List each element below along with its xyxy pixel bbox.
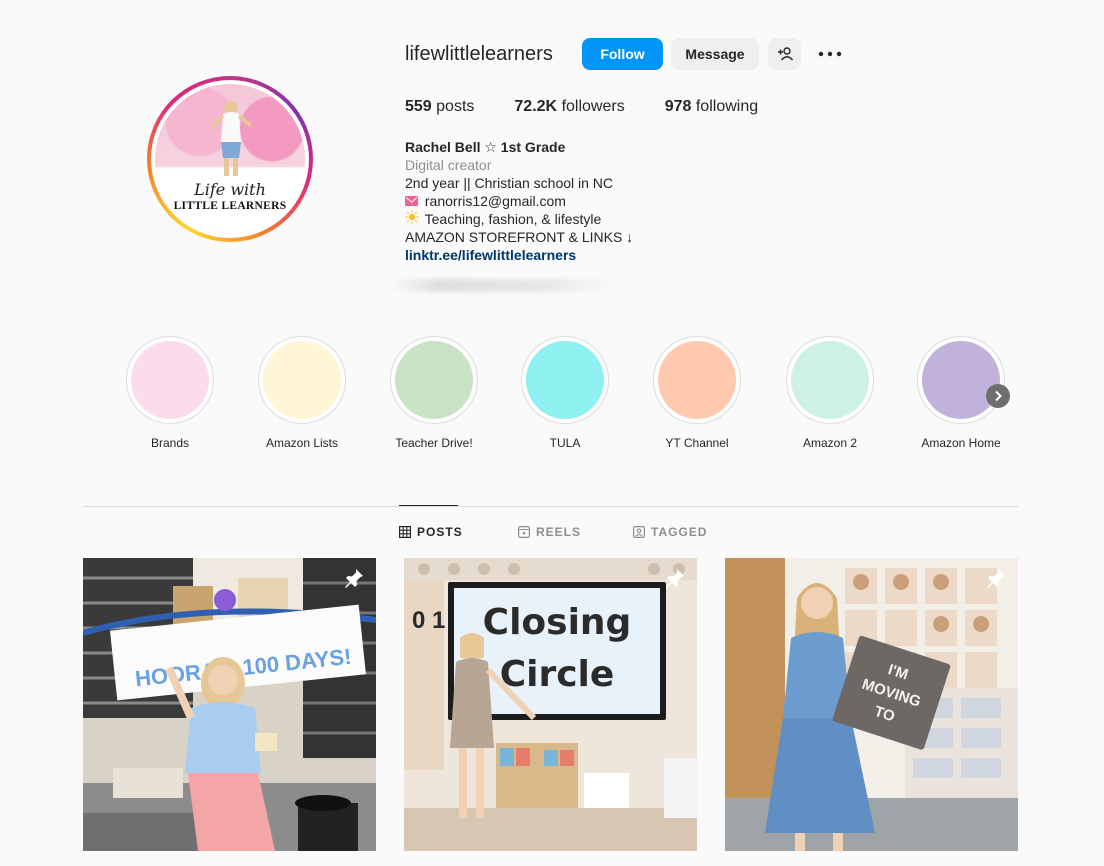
chevron-right-icon [995,390,1002,402]
highlight-cover [395,341,473,419]
tabs-divider [83,506,1018,507]
highlight-label: Teacher Drive! [395,436,473,450]
highlight-label: Brands [150,436,190,450]
highlight-label: Amazon Home [921,436,1001,450]
highlight-cover [131,341,209,419]
envelope-heart-icon [405,192,421,210]
profile-avatar[interactable]: Life with LITTLE LEARNERS [147,76,313,242]
suggested-accounts-button[interactable] [768,38,801,70]
pinned-icon [345,569,363,588]
active-tab-indicator [399,505,458,506]
tab-tagged-label: TAGGED [651,525,708,539]
tab-posts[interactable]: POSTS [399,525,463,539]
avatar-border: Life with LITTLE LEARNERS [151,80,309,238]
avatar-image: Life with LITTLE LEARNERS [155,84,305,234]
highlight-teacher-drive[interactable]: Teacher Drive! [379,336,489,450]
post-image-moving: I'M MOVING TO [725,558,1018,851]
highlight-amazon-lists[interactable]: Amazon Lists [247,336,357,450]
highlight-ring [917,336,1005,424]
highlight-ring [258,336,346,424]
highlight-ring [126,336,214,424]
highlight-cover [791,341,869,419]
post-image-100-days: HOORAY! 100 DAYS! [83,558,376,851]
highlight-yt-channel[interactable]: YT Channel [642,336,752,450]
screen-text-line2: Circle [500,654,615,695]
profile-bio: Rachel Bell ☆ 1st Grade Digital creator … [405,138,765,264]
tab-posts-label: POSTS [417,525,463,539]
highlight-tula[interactable]: TULA [510,336,620,450]
following-stat-label: following [695,98,759,115]
following-stat[interactable]: 978 following [665,98,758,116]
highlight-cover [526,341,604,419]
screen-text-line1: Closing [483,602,632,643]
highlight-label: TULA [549,436,581,450]
highlight-amazon-2[interactable]: Amazon 2 [775,336,885,450]
profile-stats: 559 posts 72.2K followers 978 following [405,98,798,116]
more-options-button[interactable] [817,42,843,66]
highlight-label: Amazon 2 [802,436,858,450]
bio-external-link[interactable]: linktr.ee/lifewlittlelearners [405,246,765,264]
post-image-closing-circle: 0 1 2 3 Closing Circle [404,558,697,851]
grid-icon [399,526,411,538]
highlight-cover [263,341,341,419]
highlight-ring [390,336,478,424]
posts-stat: 559 posts [405,98,474,116]
post-thumbnail[interactable]: HOORAY! 100 DAYS! [83,558,376,851]
profile-username: lifewlittlelearners [405,43,553,65]
highlight-label: YT Channel [665,436,729,450]
post-thumbnail[interactable]: I'M MOVING TO [725,558,1018,851]
post-thumbnail[interactable]: 0 1 2 3 Closing Circle [404,558,697,851]
tab-tagged[interactable]: TAGGED [633,525,707,539]
highlight-cover [922,341,1000,419]
avatar-caps-text: LITTLE LEARNERS [173,200,287,212]
pinned-icon [987,569,1005,588]
followers-stat[interactable]: 72.2K followers [514,98,624,116]
more-dots-icon [818,51,842,57]
highlights-next-button[interactable] [986,384,1010,408]
reels-icon [518,526,530,538]
highlight-ring [653,336,741,424]
bio-email: ranorris12@gmail.com [424,193,566,209]
bio-line-school: 2nd year || Christian school in NC [405,175,614,191]
tab-reels[interactable]: REELS [518,525,581,539]
profile-display-name: Rachel Bell ☆ 1st Grade [405,139,566,155]
message-button[interactable]: Message [671,38,759,70]
followers-stat-label: followers [561,98,625,115]
avatar-script-text: Life with [194,180,266,199]
tagged-person-icon [633,526,645,538]
highlight-label: Amazon Lists [265,436,339,450]
sun-icon [405,210,421,228]
posts-stat-label: posts [436,98,475,115]
highlight-ring [786,336,874,424]
profile-category: Digital creator [405,157,492,173]
highlight-ring [521,336,609,424]
followed-by-blurred [392,279,612,292]
following-count: 978 [664,98,692,115]
pinned-icon [666,569,684,588]
posts-count: 559 [405,98,432,115]
avatar-person-figure [211,101,251,176]
bio-interests-text: Teaching, fashion, & lifestyle [424,211,602,227]
highlight-brands[interactable]: Brands [115,336,225,450]
bio-email-line: ranorris12@gmail.com [405,192,765,210]
tab-reels-label: REELS [536,525,582,539]
follow-button[interactable]: Follow [582,38,663,70]
add-person-icon [777,47,793,61]
followers-count: 72.2K [514,98,558,115]
highlight-cover [658,341,736,419]
bio-line-storefront: AMAZON STOREFRONT & LINKS ↓ [405,229,634,245]
bio-line-interests: Teaching, fashion, & lifestyle [405,210,765,228]
